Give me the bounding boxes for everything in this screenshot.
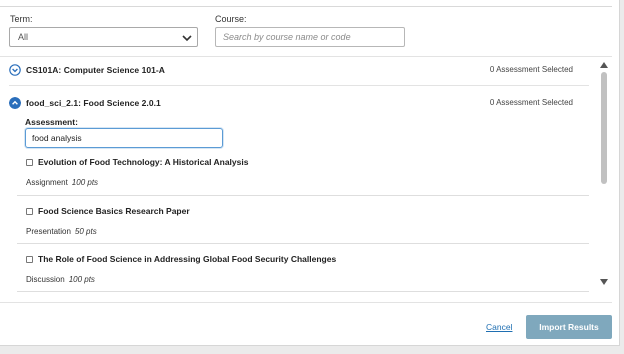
- item-divider: [17, 243, 589, 244]
- scrollbar-thumb[interactable]: [601, 72, 607, 184]
- term-value: All: [18, 32, 29, 42]
- course-row-food-sci[interactable]: food_sci_2.1: Food Science 2.0.1 0 Asses…: [9, 96, 589, 112]
- assessment-selected-count: 0 Assessment Selected: [489, 65, 573, 74]
- scrollbar[interactable]: [599, 60, 609, 288]
- course-name: food_sci_2.1: Food Science 2.0.1: [26, 98, 161, 108]
- cancel-link[interactable]: Cancel: [486, 322, 512, 332]
- course-label: Course:: [215, 14, 247, 24]
- course-row-cs101a[interactable]: CS101A: Computer Science 101-A 0 Assessm…: [9, 63, 589, 79]
- course-search-input[interactable]: [215, 27, 405, 47]
- assessment-points: 100 pts: [71, 178, 99, 187]
- assessment-points: 50 pts: [74, 227, 97, 236]
- assessment-checkbox[interactable]: [26, 159, 33, 166]
- assessment-title: Evolution of Food Technology: A Historic…: [38, 157, 249, 167]
- expand-circle-icon[interactable]: [9, 64, 21, 76]
- assessment-title: Food Science Basics Research Paper: [38, 206, 190, 216]
- import-results-dialog: Term: All Course: CS101A: Computer Scien…: [0, 0, 620, 346]
- assessment-checkbox[interactable]: [26, 208, 33, 215]
- item-divider: [17, 291, 589, 292]
- assessment-label: Assessment:: [25, 117, 78, 127]
- assessment-type: Discussion: [26, 275, 65, 284]
- collapse-circle-icon[interactable]: [9, 97, 21, 109]
- list-divider: [0, 56, 612, 57]
- course-divider: [9, 85, 589, 86]
- scroll-up-arrow-icon[interactable]: [600, 62, 608, 68]
- assessment-meta: Presentation 50 pts: [26, 227, 97, 236]
- footer-divider: [0, 302, 612, 303]
- course-name: CS101A: Computer Science 101-A: [26, 65, 165, 75]
- chevron-down-icon: [182, 35, 192, 42]
- assessment-meta: Assignment 100 pts: [26, 178, 98, 187]
- assessment-points: 100 pts: [68, 275, 95, 284]
- assessment-search-input[interactable]: [25, 128, 223, 148]
- top-divider: [0, 6, 612, 7]
- scroll-down-arrow-icon[interactable]: [600, 279, 608, 285]
- item-divider: [17, 195, 589, 196]
- import-results-button[interactable]: Import Results: [526, 315, 612, 339]
- assessment-checkbox[interactable]: [26, 256, 33, 263]
- term-dropdown[interactable]: All: [9, 27, 198, 47]
- assessment-type: Assignment: [26, 178, 68, 187]
- assessment-type: Presentation: [26, 227, 71, 236]
- term-label: Term:: [10, 14, 33, 24]
- assessment-selected-count: 0 Assessment Selected: [489, 98, 573, 107]
- assessment-meta: Discussion 100 pts: [26, 275, 95, 284]
- assessment-title: The Role of Food Science in Addressing G…: [38, 254, 337, 264]
